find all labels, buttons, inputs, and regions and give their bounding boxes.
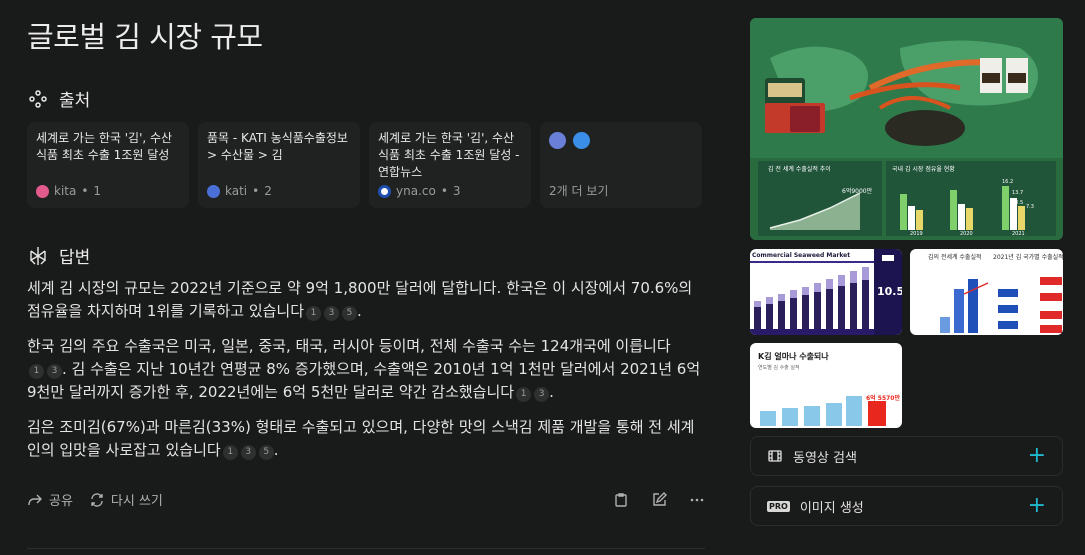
infographic-illustration <box>750 18 1063 240</box>
share-button[interactable]: 공유 <box>27 490 73 509</box>
k-gim-export-image[interactable]: K김 얼마나 수출되나 연도별 김 수출 실적 6억 5570만 <box>750 343 902 428</box>
source-title: 품목 - KATI 농식품수출정보 > 수산물 > 김 <box>207 131 348 162</box>
bar-value: 16.2 <box>1002 179 1014 185</box>
citation[interactable]: 3 <box>324 306 340 321</box>
kita-favicon-icon <box>36 184 49 198</box>
page-title: 글로벌 김 시장 규모 <box>27 20 263 54</box>
citation[interactable]: 5 <box>342 306 358 321</box>
edit-icon[interactable] <box>651 491 667 508</box>
paragraph-end: . <box>357 302 362 320</box>
year-label: 2019 <box>910 231 923 237</box>
citation[interactable]: 1 <box>29 364 44 379</box>
seaweed-market-image[interactable]: Commercial Seaweed Market 10.5 <box>750 249 902 335</box>
answer-label: 답변 <box>59 248 91 268</box>
thumb3-highlight: 6억 5570만 <box>866 395 901 402</box>
video-search-button[interactable]: 동영상 검색 + <box>750 436 1063 476</box>
image-generate-label: 이미지 생성 <box>799 500 864 516</box>
citation[interactable]: 1 <box>516 387 532 402</box>
answer-paragraph-3: 김은 조미김(67%)과 마른김(33%) 형태로 수출되고 있으며, 다양한 … <box>27 416 705 462</box>
sources-icon <box>29 89 47 108</box>
source-favicon-icon <box>549 132 566 149</box>
citation[interactable]: 5 <box>258 445 274 460</box>
chat-favicon-icon <box>573 132 590 149</box>
source-site: kita <box>54 184 77 198</box>
video-search-label: 동영상 검색 <box>793 450 857 466</box>
k-gim-export-bars <box>760 396 886 426</box>
export-performance-bars <box>940 277 1062 333</box>
source-index: 2 <box>264 184 272 198</box>
source-sep: • <box>81 184 89 198</box>
share-label: 공유 <box>49 494 73 509</box>
chart-left-title: 김 전 세계 수출실적 추이 <box>768 166 831 173</box>
source-sep: • <box>440 184 448 198</box>
sources-label: 출처 <box>59 91 91 111</box>
chart-right-title: 국내 김 시장 점유율 현황 <box>892 166 955 173</box>
source-sep: • <box>252 184 260 198</box>
main-infographic-image[interactable]: 김 전 세계 수출실적 추이 6억9000만 국내 김 시장 점유율 현황 16… <box>750 18 1063 240</box>
year-label: 2020 <box>960 231 973 237</box>
pro-badge: PRO <box>767 500 790 512</box>
answer-paragraph-1: 세계 김 시장의 규모는 2022년 기준으로 약 9억 1,800만 달러에 … <box>27 277 705 323</box>
source-site: yna.co <box>396 184 436 198</box>
yna-favicon-icon <box>378 184 391 198</box>
source-index: 1 <box>93 184 102 198</box>
paragraph-end: . <box>549 383 554 401</box>
thumb1-value: 10.5 <box>877 285 902 298</box>
citation[interactable]: 1 <box>306 306 322 321</box>
export-performance-image[interactable]: 김의 전세계 수출실적 2021년 김 국가별 수출실적 <box>910 249 1063 335</box>
bar-value: 13.7 <box>1012 190 1024 196</box>
source-title: 세계로 가는 한국 '김', 수산식품 최초 수출 1조원 달성 - 연합뉴스 <box>378 131 520 179</box>
answer-header: 답변 <box>27 243 90 268</box>
citation[interactable]: 1 <box>222 445 238 460</box>
answer-body: 세계 김 시장의 규모는 2022년 기준으로 약 9억 1,800만 달러에 … <box>27 277 705 474</box>
bar-value: 10.5 <box>1012 200 1024 206</box>
paragraph-text: 김은 조미김(67%)과 마른김(33%) 형태로 수출되고 있으며, 다양한 … <box>27 418 695 459</box>
more-sources-card[interactable]: 2개 더 보기 <box>540 122 702 208</box>
answer-paragraph-2: 한국 김의 주요 수출국은 미국, 일본, 중국, 태국, 러시아 등이며, 전… <box>27 335 705 404</box>
film-icon <box>768 450 782 462</box>
more-options-icon[interactable] <box>689 492 705 508</box>
kati-favicon-icon <box>207 184 220 198</box>
citation-group: 13 <box>516 387 550 402</box>
source-card-1[interactable]: 세계로 가는 한국 '김', 수산식품 최초 수출 1조원 달성 kita • … <box>27 122 189 208</box>
source-site: kati <box>225 184 248 198</box>
citation-group: 135 <box>222 445 274 460</box>
paragraph-text: . 김 수출은 지난 10년간 연평균 8% 증가했으며, 수출액은 2010년… <box>27 360 701 401</box>
plus-icon: + <box>1027 493 1046 518</box>
source-index: 3 <box>452 184 461 198</box>
paragraph-text: 한국 김의 주요 수출국은 미국, 일본, 중국, 태국, 러시아 등이며, 전… <box>27 337 671 355</box>
bar-value: 7.3 <box>1026 204 1034 210</box>
answer-actions: 공유 다시 쓰기 <box>27 490 705 509</box>
share-icon <box>28 494 42 505</box>
citation[interactable]: 3 <box>534 387 550 402</box>
citation-group: 13 <box>29 364 62 379</box>
plus-icon: + <box>1027 443 1046 468</box>
citation-group: 135 <box>306 306 358 321</box>
citation[interactable]: 3 <box>47 364 62 379</box>
year-label: 2021 <box>1012 231 1025 237</box>
copy-icon[interactable] <box>613 492 629 508</box>
rewrite-button[interactable]: 다시 쓰기 <box>89 490 163 509</box>
image-generate-button[interactable]: PRO 이미지 생성 + <box>750 486 1063 526</box>
chart-left-value: 6억9000만 <box>842 188 873 195</box>
source-title: 세계로 가는 한국 '김', 수산식품 최초 수출 1조원 달성 <box>36 131 173 162</box>
paragraph-end: . <box>273 441 279 459</box>
more-sources-label: 2개 더 보기 <box>549 184 609 198</box>
bottom-divider <box>27 548 705 549</box>
source-card-2[interactable]: 품목 - KATI 농식품수출정보 > 수산물 > 김 kati • 2 <box>198 122 360 208</box>
rewrite-label: 다시 쓰기 <box>110 494 163 509</box>
answer-logo-icon <box>30 246 46 265</box>
citation[interactable]: 3 <box>240 445 256 460</box>
source-card-3[interactable]: 세계로 가는 한국 '김', 수산식품 최초 수출 1조원 달성 - 연합뉴스 … <box>369 122 531 208</box>
sources-list: 세계로 가는 한국 '김', 수산식품 최초 수출 1조원 달성 kita • … <box>27 122 702 208</box>
rewrite-icon <box>91 492 103 507</box>
sources-header: 출처 <box>27 86 90 111</box>
